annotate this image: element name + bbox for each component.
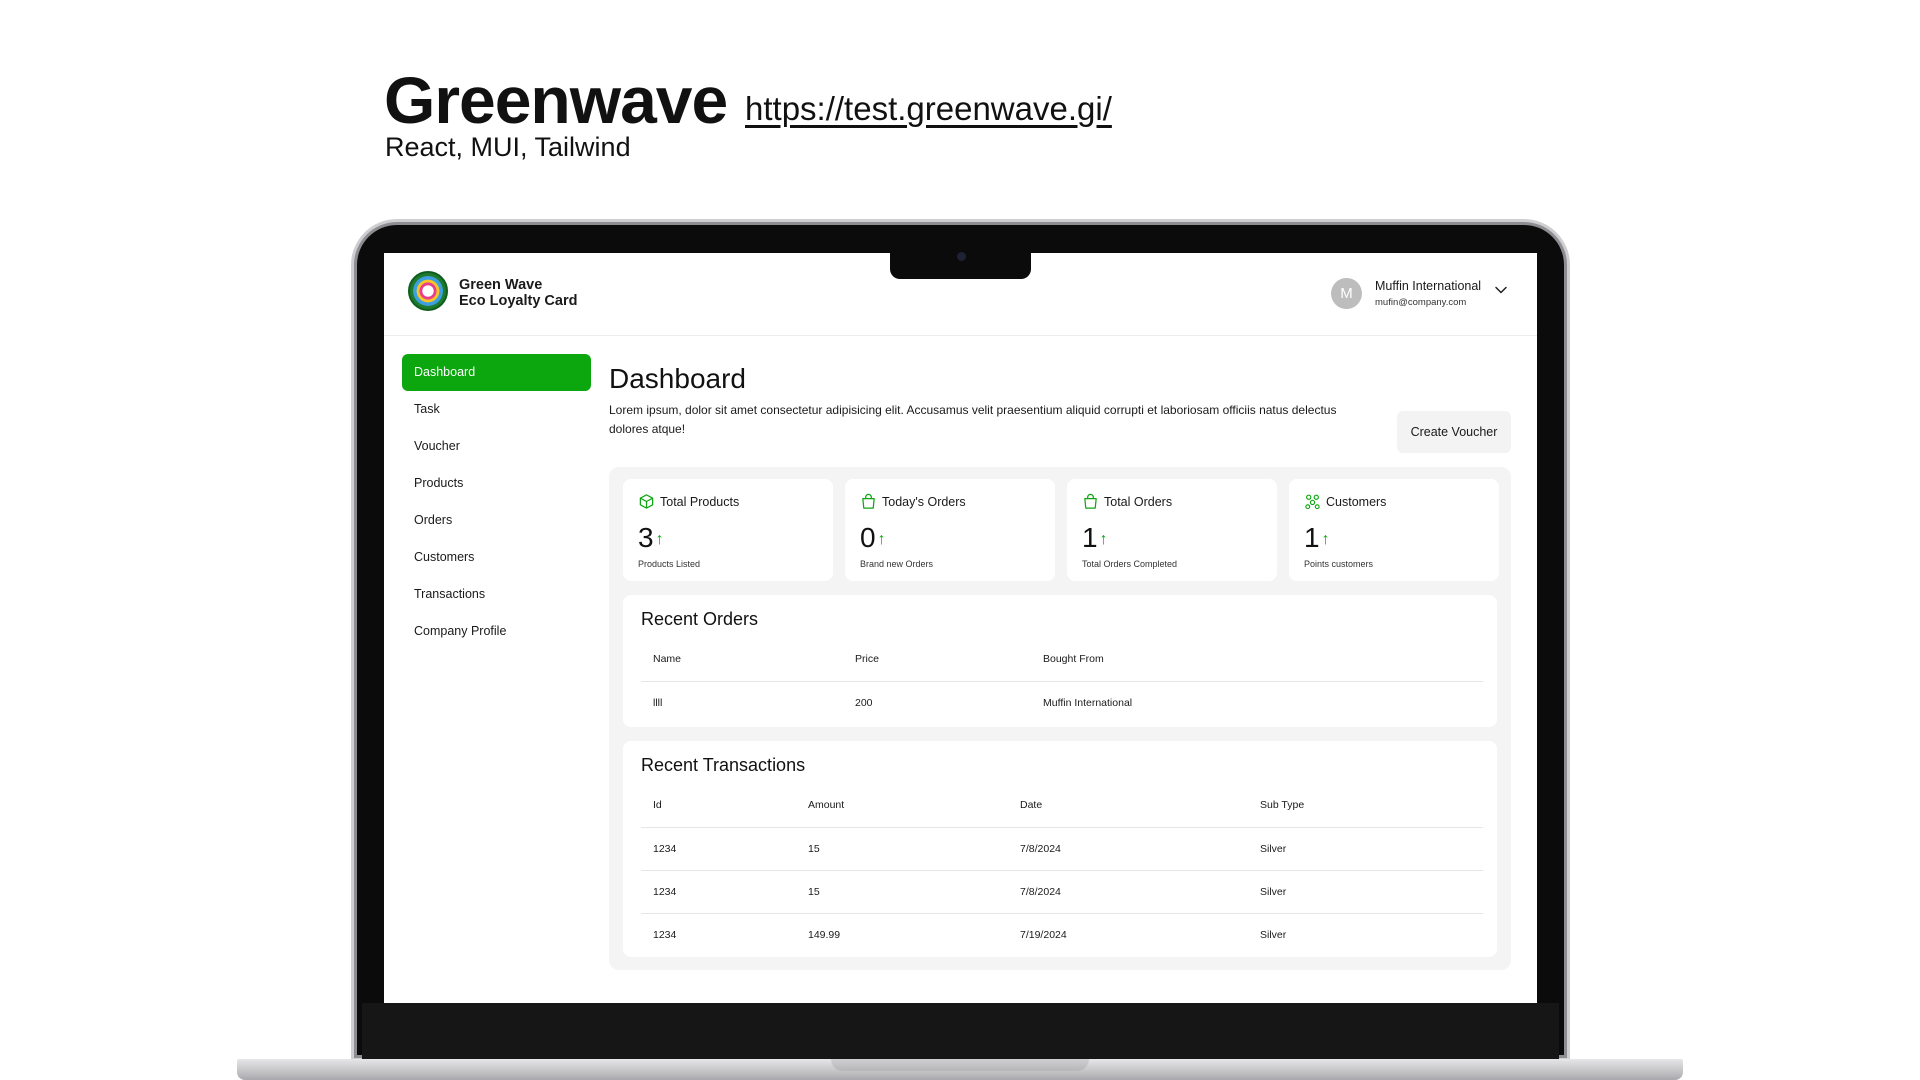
sidebar-item-voucher[interactable]: Voucher [402,428,591,465]
brand-name[interactable]: Green Wave Eco Loyalty Card [459,277,577,309]
arrow-up-icon: ↑ [877,531,886,548]
avatar[interactable]: M [1331,278,1362,309]
recent-transactions-card: Recent Transactions Id Amount Date Sub T… [623,741,1497,957]
laptop-bottom-bezel [362,1003,1559,1059]
bag-icon [862,493,875,509]
table-row[interactable]: llll 200 Muffin International [641,681,1483,724]
logo-icon[interactable] [408,271,448,311]
bag-icon [1084,493,1097,509]
table-cell: 15 [796,870,1008,914]
table-cell: 1234 [641,827,796,871]
stat-caption: Brand new Orders [860,559,934,569]
recent-transactions-title: Recent Transactions [641,755,806,775]
sidebar-item-transactions[interactable]: Transactions [402,576,591,613]
column-header-name[interactable]: Name [641,637,843,682]
sidebar-item-customers[interactable]: Customers [402,539,591,576]
stat-number: 1 [1304,522,1320,553]
table-cell: 7/19/2024 [1008,913,1248,956]
table-row[interactable]: 1234 149.99 7/19/2024 Silver [641,913,1483,956]
table-row[interactable]: 1234 15 7/8/2024 Silver [641,870,1483,914]
laptop-base-notch [831,1059,1089,1071]
table-cell: 1234 [641,870,796,914]
create-voucher-button[interactable]: Create Voucher [1397,411,1511,453]
stat-card-total-orders[interactable]: Total Orders 1 ↑ Total Orders Completed [1067,479,1277,581]
stat-number: 1 [1082,522,1098,553]
user-email: mufin@company.com [1375,297,1467,308]
box-icon [639,494,654,509]
table-cell: 149.99 [796,913,1008,956]
table-cell: Silver [1248,913,1483,956]
column-header-price[interactable]: Price [843,637,1031,682]
users-icon [1305,494,1320,510]
user-name[interactable]: Muffin International [1375,279,1481,293]
column-header-sub-type[interactable]: Sub Type [1248,783,1483,828]
stat-card-header: Total Products [638,493,739,510]
table-cell: 15 [796,827,1008,871]
stat-label: Customers [1326,494,1387,509]
arrow-up-icon: ↑ [655,531,664,548]
stat-card-customers[interactable]: Customers 1 ↑ Points customers [1289,479,1499,581]
table-cell: Silver [1248,827,1483,871]
stat-card-header: Today's Orders [860,493,966,510]
stat-card-todays-orders[interactable]: Today's Orders 0 ↑ Brand new Orders [845,479,1055,581]
table-cell: 1234 [641,913,796,956]
column-header-amount[interactable]: Amount [796,783,1008,828]
showcase-url-link[interactable]: https://test.greenwave.gi/ [745,90,1112,128]
sidebar-item-orders[interactable]: Orders [402,502,591,539]
table-header-row: Id Amount Date Sub Type [641,783,1483,828]
table-cell: 7/8/2024 [1008,870,1248,914]
sidebar-item-task[interactable]: Task [402,391,591,428]
stat-label: Today's Orders [882,494,966,509]
sidebar-item-dashboard[interactable]: Dashboard [402,354,591,391]
table-cell: Muffin International [1031,681,1483,724]
stat-label: Total Products [660,494,740,509]
column-header-id[interactable]: Id [641,783,796,828]
table-row[interactable]: 1234 15 7/8/2024 Silver [641,827,1483,871]
chevron-down-icon[interactable] [1494,283,1508,297]
table-cell: 200 [843,681,1031,724]
stat-caption: Products Listed [638,559,701,569]
stat-caption: Total Orders Completed [1082,559,1178,569]
recent-transactions-table: Id Amount Date Sub Type 1234 15 7/8/2024… [641,783,1483,956]
stat-value: 1 ↑ [1082,522,1108,554]
table-cell: 7/8/2024 [1008,827,1248,871]
table-cell: llll [641,681,843,724]
brand-line-1: Green Wave [459,277,543,293]
page-description: Lorem ipsum, dolor sit amet consectetur … [609,403,1337,436]
column-header-date[interactable]: Date [1008,783,1248,828]
table-cell: Silver [1248,870,1483,914]
stat-value: 3 ↑ [638,522,664,554]
dashboard-panel: Total Products 3 ↑ Products Listed Today'… [609,467,1511,970]
sidebar-item-company-profile[interactable]: Company Profile [402,613,591,650]
stat-caption: Points customers [1304,559,1374,569]
showcase-tech-stack: React, MUI, Tailwind [385,132,631,162]
arrow-up-icon: ↑ [1099,531,1108,548]
stat-card-header: Customers [1304,493,1386,510]
sidebar-item-products[interactable]: Products [402,465,591,502]
brand-line-2: Eco Loyalty Card [459,293,578,309]
stat-card-total-products[interactable]: Total Products 3 ↑ Products Listed [623,479,833,581]
column-header-bought-from[interactable]: Bought From [1031,637,1483,682]
stat-label: Total Orders [1104,494,1173,509]
recent-orders-table: Name Price Bought From llll 200 Muffin I… [641,637,1483,724]
stat-card-header: Total Orders [1082,493,1172,510]
table-header-row: Name Price Bought From [641,637,1483,682]
stat-number: 3 [638,522,654,553]
arrow-up-icon: ↑ [1321,531,1330,548]
recent-orders-card: Recent Orders Name Price Bought From lll… [623,595,1497,727]
stat-value: 0 ↑ [860,522,886,554]
camera-icon [957,252,966,261]
app-screen: Green Wave Eco Loyalty Card M Muffin Int… [384,253,1537,1003]
stat-number: 0 [860,522,876,553]
showcase-title: Greenwave [384,63,728,137]
stat-value: 1 ↑ [1304,522,1330,554]
sidebar: Dashboard Task Voucher Products Orders C… [402,354,591,650]
recent-orders-title: Recent Orders [641,609,759,629]
page-title: Dashboard [609,363,746,394]
